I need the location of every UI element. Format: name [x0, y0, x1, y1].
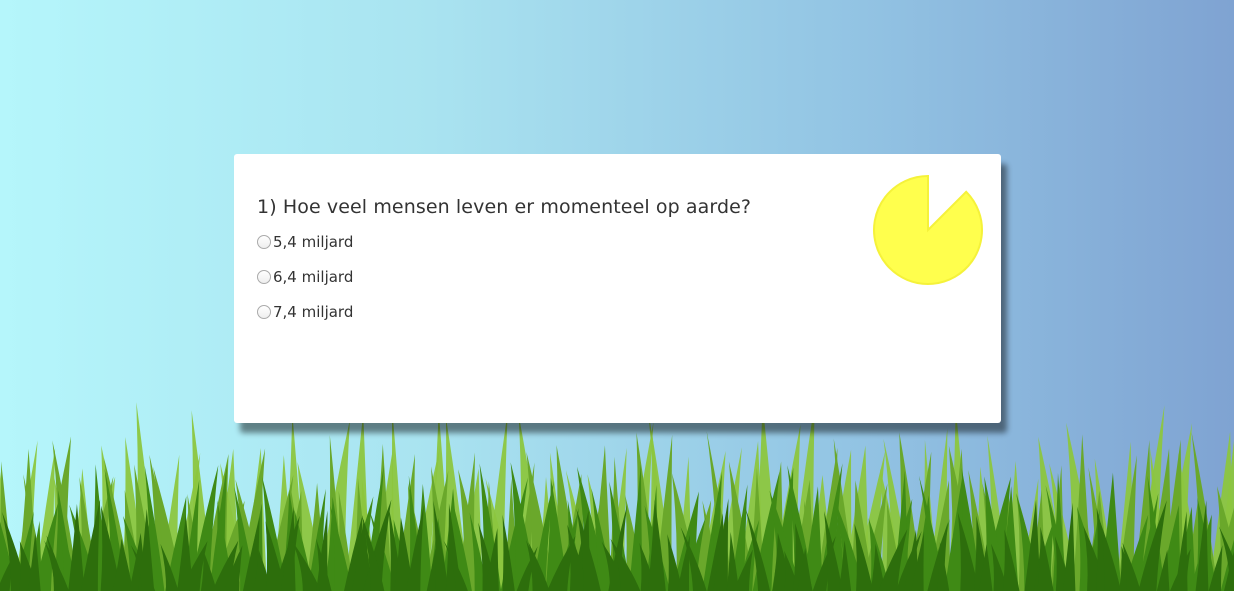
radio-button-icon[interactable] [257, 305, 271, 319]
question-text: 1) Hoe veel mensen leven er momenteel op… [257, 196, 752, 218]
answer-option-label: 5,4 miljard [273, 233, 354, 251]
quiz-card: 1) Hoe veel mensen leven er momenteel op… [234, 154, 1001, 423]
answer-option-1[interactable]: 5,4 miljard [257, 232, 353, 252]
countdown-timer-pie-icon [873, 174, 983, 285]
radio-button-icon[interactable] [257, 235, 271, 249]
answer-options: 5,4 miljard 6,4 miljard 7,4 miljard [257, 232, 353, 337]
answer-option-label: 6,4 miljard [273, 268, 354, 286]
answer-option-label: 7,4 miljard [273, 303, 354, 321]
timer-remaining-slice [873, 174, 983, 285]
radio-button-icon[interactable] [257, 270, 271, 284]
answer-option-3[interactable]: 7,4 miljard [257, 302, 353, 322]
answer-option-2[interactable]: 6,4 miljard [257, 267, 353, 287]
